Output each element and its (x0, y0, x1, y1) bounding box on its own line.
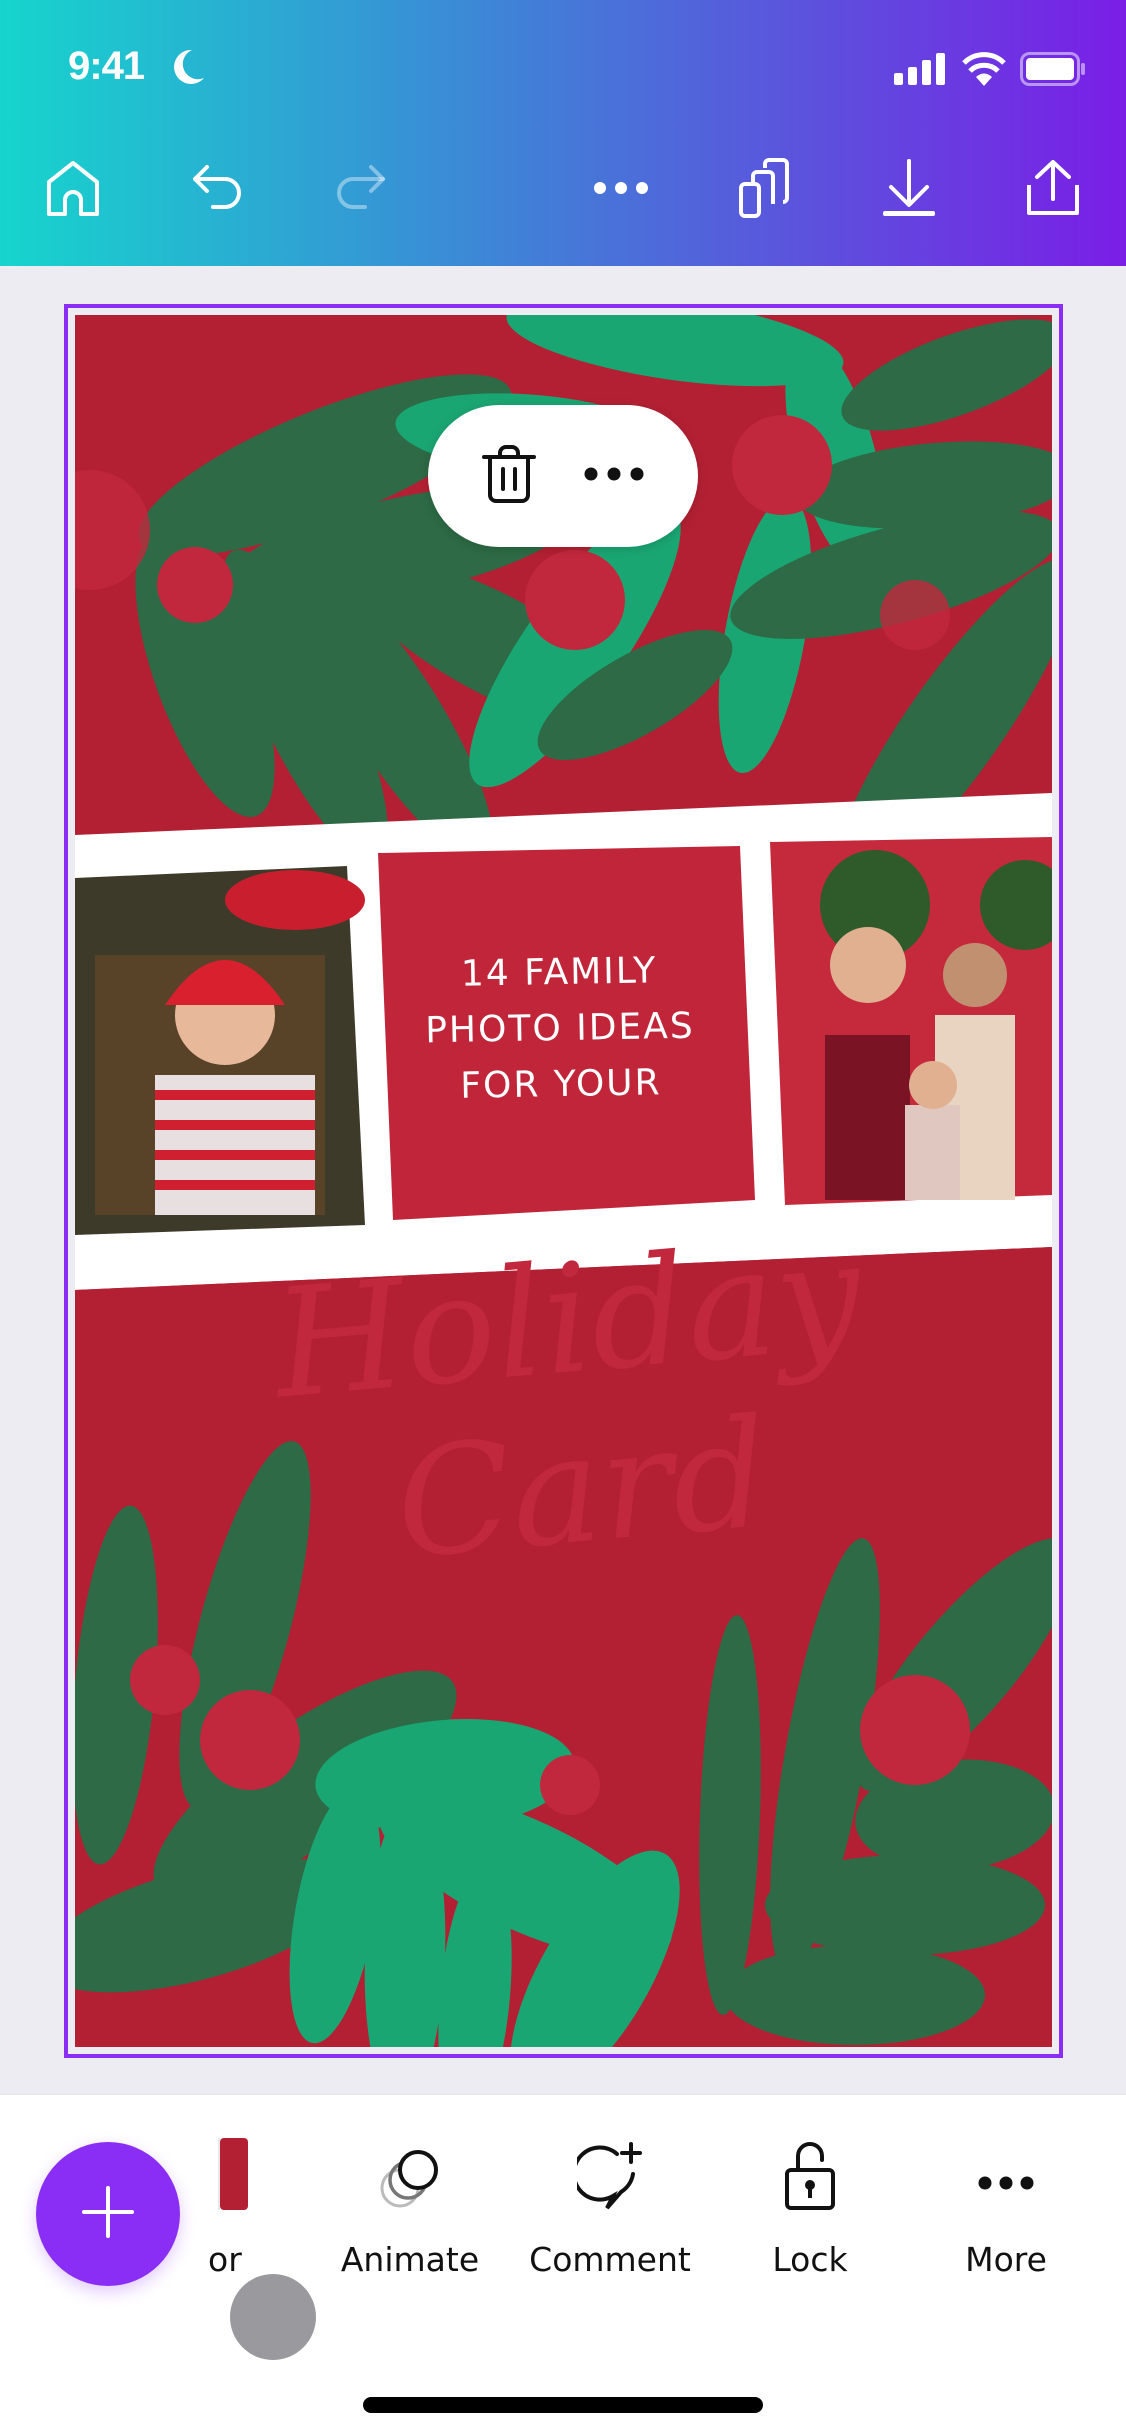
tool-comment[interactable]: Comment (528, 2140, 692, 2279)
home-button[interactable] (38, 155, 108, 225)
battery-icon (1020, 52, 1086, 91)
share-icon (1025, 159, 1081, 222)
home-indicator[interactable] (363, 2397, 763, 2413)
tool-label: Animate (340, 2240, 480, 2279)
tool-more[interactable]: More (950, 2140, 1062, 2279)
leaf-decoration (75, 315, 1052, 2047)
context-more-button[interactable] (584, 467, 644, 486)
wifi-icon (962, 52, 1006, 91)
home-icon (45, 160, 101, 221)
undo-button[interactable] (184, 155, 254, 225)
pages-button[interactable] (730, 155, 800, 225)
add-element-button[interactable] (36, 2142, 180, 2286)
undo-icon (191, 163, 247, 218)
element-context-menu (428, 405, 698, 547)
tool-lock[interactable]: Lock (760, 2140, 860, 2279)
status-indicators (894, 52, 1086, 91)
cellular-signal-icon (894, 53, 948, 90)
headline-line-1: 14 FAMILY (460, 950, 658, 995)
more-options-button[interactable] (586, 155, 656, 225)
ellipsis-icon (593, 181, 649, 200)
download-button[interactable] (874, 155, 944, 225)
touch-indicator (230, 2274, 316, 2360)
ellipsis-icon (978, 2140, 1034, 2210)
pages-icon (737, 157, 793, 223)
share-button[interactable] (1018, 155, 1088, 225)
tool-color[interactable]: or (208, 2138, 268, 2279)
holiday-card-script-text[interactable]: Holiday Card (212, 1205, 939, 1605)
headline-text[interactable]: 14 FAMILY PHOTO IDEAS FOR YOUR (374, 942, 747, 1116)
headline-line-3: FOR YOUR (460, 1062, 662, 1107)
tool-label: Comment (529, 2240, 691, 2279)
header: 9:41 (0, 0, 1126, 266)
moon-icon (172, 48, 206, 91)
delete-button[interactable] (482, 444, 536, 508)
trash-icon (482, 444, 536, 507)
tool-label: Lock (772, 2240, 848, 2279)
headline-line-2: PHOTO IDEAS (424, 1005, 696, 1052)
comment-add-icon (577, 2140, 643, 2210)
ellipsis-icon (584, 467, 644, 485)
design-page[interactable]: 14 FAMILY PHOTO IDEAS FOR YOUR Holiday C… (75, 315, 1052, 2047)
tool-label: or (208, 2240, 242, 2279)
status-time: 9:41 (68, 44, 145, 88)
redo-button[interactable] (324, 155, 394, 225)
download-icon (881, 158, 937, 222)
plus-icon (82, 2185, 134, 2243)
tool-animate[interactable]: Animate (330, 2140, 490, 2279)
animate-icon (378, 2140, 442, 2210)
unlock-icon (784, 2140, 836, 2210)
tool-label: More (965, 2240, 1047, 2279)
redo-icon (331, 163, 387, 218)
color-swatch-icon (208, 2138, 248, 2210)
